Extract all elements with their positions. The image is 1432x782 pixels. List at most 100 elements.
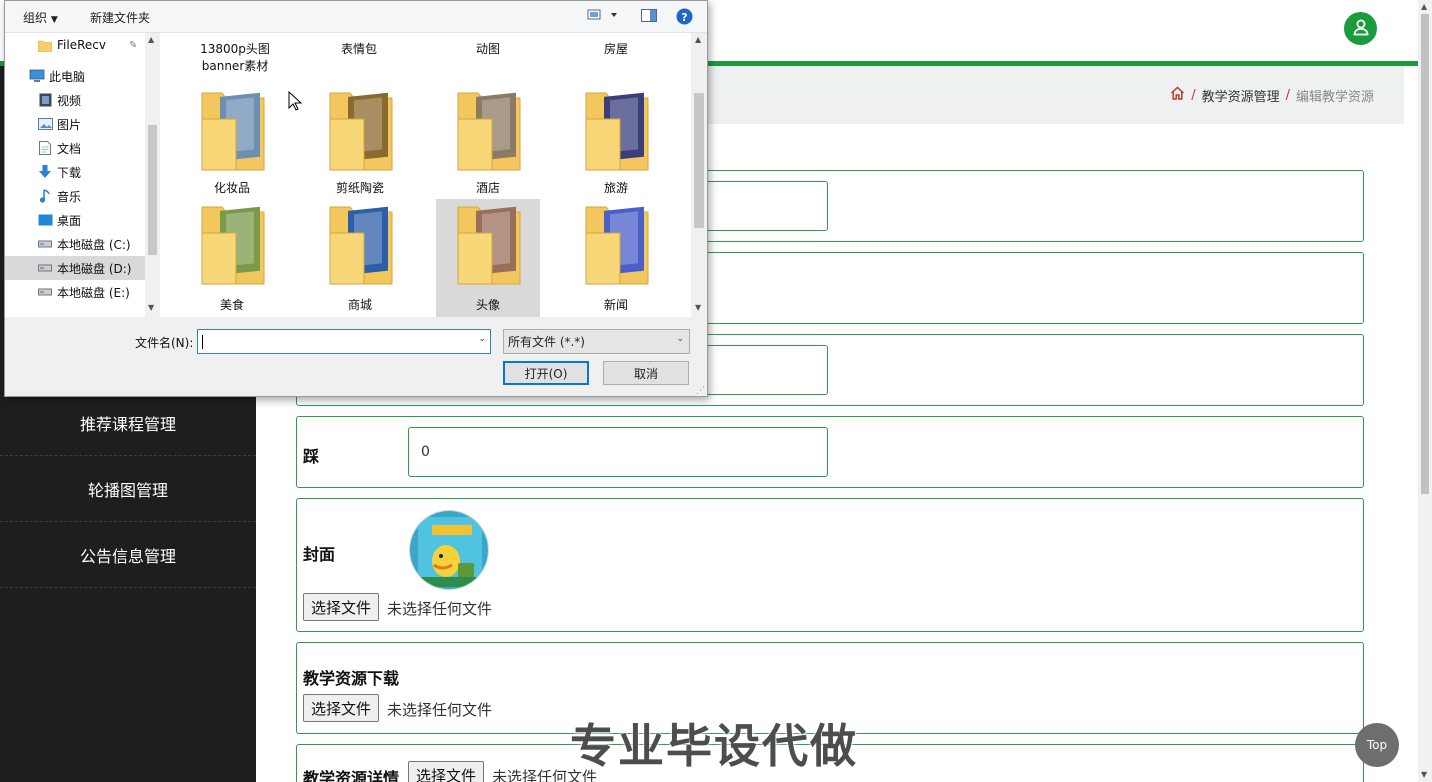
drive-icon bbox=[37, 237, 53, 251]
nav-item-drive-c[interactable]: 本地磁盘 (C:) bbox=[5, 232, 145, 256]
music-icon bbox=[37, 189, 53, 203]
form-row-dislike: 踩 0 bbox=[296, 416, 1364, 488]
folder-icon bbox=[200, 89, 266, 171]
folder-label: 酒店 bbox=[475, 181, 500, 195]
svg-text:?: ? bbox=[681, 11, 687, 24]
picture-icon bbox=[37, 117, 53, 131]
chevron-down-icon[interactable]: ⌄ bbox=[478, 334, 486, 344]
folder-icon bbox=[328, 89, 394, 171]
folder-icon bbox=[584, 89, 650, 171]
drive-icon bbox=[37, 261, 53, 275]
nav-item-filerecv[interactable]: FileRecv ✎ bbox=[5, 33, 145, 57]
desktop-icon bbox=[37, 213, 53, 227]
download-icon bbox=[37, 165, 53, 179]
folder-icon bbox=[37, 38, 53, 52]
user-icon bbox=[1352, 18, 1370, 40]
nav-item-this-pc[interactable]: 此电脑 bbox=[5, 64, 145, 88]
folder-tile[interactable]: 剪纸陶瓷 bbox=[308, 85, 412, 203]
nav-item-downloads[interactable]: 下载 bbox=[5, 160, 145, 184]
folder-tile[interactable]: 美食 bbox=[180, 199, 284, 317]
video-icon bbox=[37, 93, 53, 107]
folder-tile[interactable]: 酒店 bbox=[436, 85, 540, 203]
computer-icon bbox=[29, 69, 45, 83]
open-button[interactable]: 打开(O) bbox=[503, 361, 589, 385]
nav-item-music[interactable]: 音乐 bbox=[5, 184, 145, 208]
resize-grip-icon[interactable]: ⋰ bbox=[696, 386, 705, 396]
scroll-down-arrow-icon[interactable]: ▼ bbox=[1421, 770, 1427, 779]
dislike-input[interactable]: 0 bbox=[408, 427, 828, 477]
nav-item-documents[interactable]: 文档 bbox=[5, 136, 145, 160]
folder-label: 新闻 bbox=[603, 298, 628, 312]
folder-label[interactable]: 表情包 bbox=[307, 41, 411, 58]
preview-pane-icon[interactable] bbox=[641, 9, 657, 26]
folder-label: 商城 bbox=[347, 298, 372, 312]
back-to-top-button[interactable]: Top bbox=[1355, 723, 1399, 767]
help-icon[interactable]: ? bbox=[676, 8, 693, 28]
folder-label[interactable]: 房屋 bbox=[564, 41, 668, 58]
page-scrollbar[interactable]: ▲ ▼ bbox=[1418, 0, 1432, 782]
nav-scroll-thumb[interactable] bbox=[148, 125, 157, 255]
cover-label: 封面 bbox=[303, 545, 336, 564]
nav-item-desktop[interactable]: 桌面 bbox=[5, 208, 145, 232]
folder-icon bbox=[200, 203, 266, 285]
new-folder-button[interactable]: 新建文件夹 bbox=[90, 9, 150, 26]
home-icon[interactable] bbox=[1170, 86, 1185, 104]
cover-image bbox=[409, 510, 489, 590]
download-label: 教学资源下载 bbox=[303, 669, 400, 688]
sidebar-item-recommended-courses[interactable]: 推荐课程管理 bbox=[0, 390, 256, 456]
sidebar-item-carousel[interactable]: 轮播图管理 bbox=[0, 456, 256, 522]
breadcrumb-item-resources[interactable]: 教学资源管理 bbox=[1202, 86, 1280, 105]
sidebar-item-announcements[interactable]: 公告信息管理 bbox=[0, 522, 256, 588]
text-caret bbox=[202, 335, 203, 349]
chevron-up-icon[interactable]: ▲ bbox=[148, 35, 154, 44]
content-scroll-thumb[interactable] bbox=[694, 93, 704, 228]
drive-icon bbox=[37, 285, 53, 299]
dialog-content-pane: 13800p头图banner素材 表情包 动图 房屋 化妆品 剪纸陶瓷 酒店 旅游美食… bbox=[160, 33, 707, 317]
chevron-down-icon: ▼ bbox=[50, 15, 58, 25]
chevron-up-icon[interactable]: ▲ bbox=[695, 35, 701, 44]
filename-label: 文件名(N): bbox=[135, 336, 194, 350]
scroll-up-arrow-icon[interactable]: ▲ bbox=[1421, 2, 1427, 11]
cover-file-button[interactable]: 选择文件 bbox=[303, 593, 380, 621]
breadcrumb-item-edit: 编辑教学资源 bbox=[1295, 89, 1374, 105]
folder-icon bbox=[456, 89, 522, 171]
nav-item-videos[interactable]: 视频 bbox=[5, 88, 145, 112]
folder-label[interactable]: 13800p头图banner素材 bbox=[180, 41, 290, 75]
detail-file-button[interactable]: 选择文件 bbox=[408, 761, 485, 782]
nav-scrollbar[interactable]: ▲ ▼ bbox=[145, 33, 160, 317]
pin-icon: ✎ bbox=[129, 39, 138, 51]
chevron-down-icon[interactable]: ▼ bbox=[695, 303, 701, 312]
nav-item-drive-e[interactable]: 本地磁盘 (E:) bbox=[5, 280, 145, 304]
dialog-footer: 文件名(N): ⌄ 所有文件 (*.*) ⌄ 打开(O) 取消 ⋰ bbox=[5, 317, 707, 396]
chevron-down-icon[interactable]: ▼ bbox=[148, 303, 154, 312]
folder-icon bbox=[456, 203, 522, 285]
organize-menu[interactable]: 组织 ▼ bbox=[23, 9, 58, 26]
content-scrollbar[interactable]: ▲ ▼ bbox=[691, 33, 707, 317]
nav-item-drive-d[interactable]: 本地磁盘 (D:) bbox=[5, 256, 145, 280]
page-scroll-thumb[interactable] bbox=[1421, 14, 1429, 494]
user-avatar-button[interactable] bbox=[1344, 12, 1377, 45]
dialog-toolbar: 组织 ▼ 新建文件夹 ? bbox=[5, 1, 707, 33]
view-options-icon[interactable] bbox=[587, 8, 617, 25]
folder-tile[interactable]: 新闻 bbox=[564, 199, 668, 317]
nav-item-pictures[interactable]: 图片 bbox=[5, 112, 145, 136]
cover-file-status: 未选择任何文件 bbox=[387, 600, 493, 618]
folder-tile[interactable]: 化妆品 bbox=[180, 85, 284, 203]
folder-label: 旅游 bbox=[603, 181, 628, 195]
download-file-button[interactable]: 选择文件 bbox=[303, 694, 380, 722]
filetype-select[interactable]: 所有文件 (*.*) ⌄ bbox=[503, 329, 690, 354]
chevron-down-icon: ⌄ bbox=[676, 334, 684, 344]
folder-label: 头像 bbox=[475, 298, 500, 312]
folder-label: 剪纸陶瓷 bbox=[335, 181, 384, 195]
form-row-cover: 封面 选择文件 未选择任何文件 bbox=[296, 498, 1364, 632]
download-file-status: 未选择任何文件 bbox=[387, 701, 493, 719]
folder-tile[interactable]: 旅游 bbox=[564, 85, 668, 203]
folder-label[interactable]: 动图 bbox=[436, 41, 540, 58]
folder-tile[interactable]: 商城 bbox=[308, 199, 412, 317]
watermark: 专业毕设代做 bbox=[570, 719, 858, 773]
filename-input[interactable]: ⌄ bbox=[197, 329, 491, 354]
folder-icon bbox=[328, 203, 394, 285]
cancel-button[interactable]: 取消 bbox=[603, 361, 689, 385]
breadcrumb: / 教学资源管理 / 编辑教学资源 bbox=[1170, 66, 1374, 124]
folder-tile[interactable]: 头像 bbox=[436, 199, 540, 317]
